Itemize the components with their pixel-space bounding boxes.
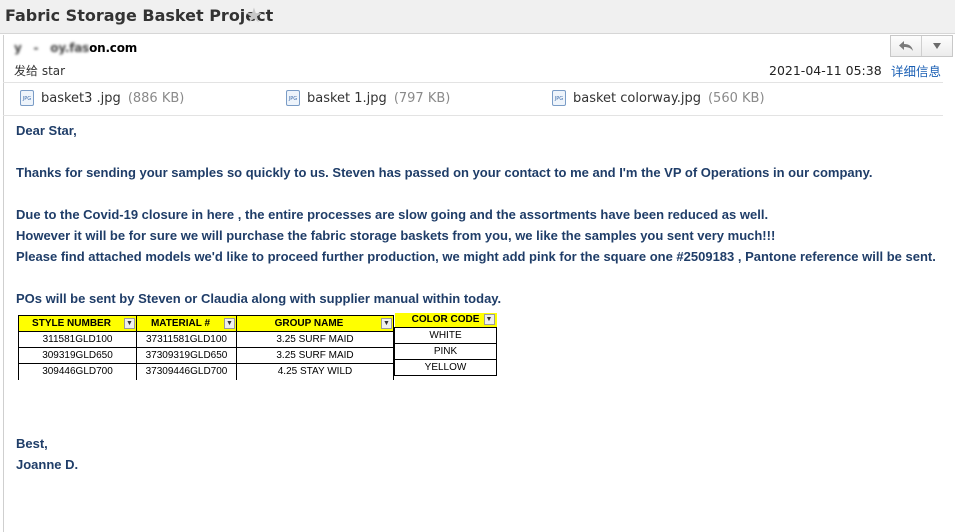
email-subject: Fabric Storage Basket Project — [5, 6, 274, 25]
attachment-name: basket colorway.jpg — [573, 90, 701, 106]
reply-icon[interactable] — [891, 36, 921, 56]
table-cell: 37309319GLD650 — [136, 347, 237, 364]
star-icon[interactable]: ★ — [245, 3, 263, 27]
table-header-row: STYLE NUMBER ▼ MATERIAL # ▼ GROUP NAME ▼ — [18, 315, 394, 332]
attachment-size: (560 KB) — [707, 90, 765, 106]
table-row: 311581GLD100 37311581GLD100 3.25 SURF MA… — [18, 331, 394, 348]
signature: Joanne D. — [16, 457, 79, 472]
table-cell: 3.25 SURF MAID — [236, 347, 394, 364]
body-paragraph: Thanks for sending your samples so quick… — [16, 165, 873, 180]
filter-dropdown-icon[interactable]: ▼ — [483, 314, 495, 325]
filter-dropdown-icon[interactable]: ▼ — [224, 318, 235, 329]
column-header: MATERIAL # ▼ — [136, 315, 237, 332]
attachment-item[interactable]: basket3 .jpg (886 KB) — [20, 90, 184, 106]
divider — [3, 82, 943, 83]
attachment-size: (797 KB) — [393, 90, 451, 106]
jpg-file-icon — [20, 90, 34, 106]
title-bar: Fabric Storage Basket Project ★ — [0, 0, 955, 34]
column-header: COLOR CODE ▼ — [394, 313, 497, 328]
table-cell: 309446GLD700 — [18, 363, 137, 380]
greeting: Dear Star, — [16, 123, 77, 138]
po-table: STYLE NUMBER ▼ MATERIAL # ▼ GROUP NAME ▼ 31… — [18, 315, 394, 380]
table-row: YELLOW — [394, 358, 497, 376]
table-cell: 4.25 STAY WILD — [236, 363, 394, 380]
details-link[interactable]: 详细信息 — [891, 61, 941, 80]
table-cell: 311581GLD100 — [18, 331, 137, 348]
table-cell: 309319GLD650 — [18, 347, 137, 364]
jpg-file-icon — [552, 90, 566, 106]
sender-address: y - oy.fason.com — [14, 41, 138, 55]
body-paragraph: However it will be for sure we will purc… — [16, 228, 776, 243]
table-row: PINK — [394, 342, 497, 360]
table-cell: 37309446GLD700 — [136, 363, 237, 380]
recipient-line: 发给 star — [14, 64, 66, 78]
column-header: GROUP NAME ▼ — [236, 315, 394, 332]
jpg-file-icon — [286, 90, 300, 106]
attachment-size: (886 KB) — [127, 90, 185, 106]
divider — [3, 115, 943, 116]
closing: Best, — [16, 436, 48, 451]
attachment-item[interactable]: basket colorway.jpg (560 KB) — [552, 90, 765, 106]
table-cell: 3.25 SURF MAID — [236, 331, 394, 348]
color-code-table: COLOR CODE ▼ WHITE PINK YELLOW — [394, 313, 497, 376]
attachment-item[interactable]: basket 1.jpg (797 KB) — [286, 90, 450, 106]
filter-dropdown-icon[interactable]: ▼ — [381, 318, 392, 329]
table-row: 309319GLD650 37309319GLD650 3.25 SURF MA… — [18, 347, 394, 364]
body-paragraph: POs will be sent by Steven or Claudia al… — [16, 291, 502, 306]
table-cell: WHITE — [394, 326, 497, 344]
table-row: 309446GLD700 37309446GLD700 4.25 STAY WI… — [18, 363, 394, 380]
message-frame — [3, 35, 955, 532]
table-row: WHITE — [394, 326, 497, 344]
chevron-down-icon[interactable] — [921, 36, 952, 56]
table-cell: PINK — [394, 342, 497, 360]
message-actions — [890, 35, 953, 57]
table-header-row: COLOR CODE ▼ — [394, 313, 497, 328]
column-header: STYLE NUMBER ▼ — [18, 315, 137, 332]
filter-dropdown-icon[interactable]: ▼ — [124, 318, 135, 329]
sent-date: 2021-04-11 05:38 — [769, 63, 882, 78]
attachment-name: basket 1.jpg — [307, 90, 387, 106]
table-cell: 37311581GLD100 — [136, 331, 237, 348]
attachment-name: basket3 .jpg — [41, 90, 121, 106]
table-cell: YELLOW — [394, 358, 497, 376]
body-paragraph: Due to the Covid-19 closure in here , th… — [16, 207, 769, 222]
body-paragraph: Please find attached models we'd like to… — [16, 249, 936, 264]
